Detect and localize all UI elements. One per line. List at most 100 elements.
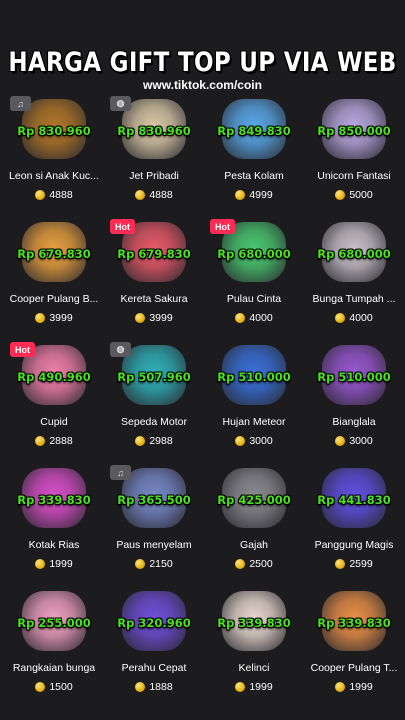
gift-coins: 2150 [104, 558, 204, 570]
gift-name: Leon si Anak Kuc... [9, 170, 99, 182]
gift-price: Rp 830.960 [17, 124, 91, 138]
gift-coins: 1999 [304, 681, 404, 693]
gift-card[interactable]: Hot Rp 490.960 Cupid 2888 [4, 340, 104, 463]
coin-icon [235, 436, 246, 446]
gift-card[interactable]: Rp 441.830 Panggung Magis 2599 [304, 463, 404, 586]
gift-price: Rp 339.830 [317, 616, 391, 630]
gift-card[interactable]: Rp 339.830 Cooper Pulang T... 1999 [304, 586, 404, 709]
gift-coins: 2888 [4, 435, 104, 447]
gift-price: Rp 339.830 [17, 493, 91, 507]
coin-icon [235, 682, 246, 692]
coin-icon [335, 682, 346, 692]
gift-coins: 4999 [204, 189, 304, 201]
gift-coins: 3000 [204, 435, 304, 447]
gift-card[interactable]: ◍ Rp 830.960 Jet Pribadi 4888 [104, 94, 204, 217]
gift-card[interactable]: Rp 425.000 Gajah 2500 [204, 463, 304, 586]
coin-icon [335, 559, 346, 569]
coin-amount: 4888 [49, 189, 73, 201]
music-icon: ♫ [10, 96, 31, 111]
gift-coins: 2988 [104, 435, 204, 447]
gift-name: Bunga Tumpah ... [312, 293, 396, 305]
gift-name: Sepeda Motor [121, 416, 187, 428]
coin-icon [135, 436, 146, 446]
gift-coins: 4888 [4, 189, 104, 201]
gift-coins: 1999 [204, 681, 304, 693]
gift-coins: 2599 [304, 558, 404, 570]
gift-card[interactable]: Hot Rp 680.000 Pulau Cinta 4000 [204, 217, 304, 340]
gift-price: Rp 510.000 [317, 370, 391, 384]
gift-card[interactable]: Rp 339.830 Kotak Rias 1999 [4, 463, 104, 586]
gift-price: Rp 510.000 [217, 370, 291, 384]
gift-coins: 3000 [304, 435, 404, 447]
gift-name: Rangkaian bunga [12, 662, 96, 674]
coin-amount: 2500 [249, 558, 273, 570]
gift-price: Rp 425.000 [217, 493, 291, 507]
gift-name: Hujan Meteor [222, 416, 286, 428]
gift-card[interactable]: Rp 339.830 Kelinci 1999 [204, 586, 304, 709]
gift-card[interactable]: ♫ Rp 365.500 Paus menyelam 2150 [104, 463, 204, 586]
coin-icon [135, 682, 146, 692]
gift-name: Pulau Cinta [226, 293, 282, 305]
gift-card[interactable]: Rp 849.830 Pesta Kolam 4999 [204, 94, 304, 217]
coin-amount: 3000 [249, 435, 273, 447]
gift-card[interactable]: Rp 320.960 Perahu Cepat 1888 [104, 586, 204, 709]
coin-icon [135, 559, 146, 569]
coin-amount: 4888 [149, 189, 173, 201]
gift-card[interactable]: ◍ Rp 507.960 Sepeda Motor 2988 [104, 340, 204, 463]
coin-amount: 1999 [249, 681, 273, 693]
coin-amount: 4999 [249, 189, 273, 201]
coin-amount: 3999 [49, 312, 73, 324]
coin-amount: 3999 [149, 312, 173, 324]
coin-icon [335, 436, 346, 446]
coin-icon [35, 436, 46, 446]
gift-coins: 3999 [104, 312, 204, 324]
gift-name: Cupid [40, 416, 68, 428]
gift-coins: 4000 [204, 312, 304, 324]
gift-coins: 4000 [304, 312, 404, 324]
gift-name: Cooper Pulang T... [310, 662, 398, 674]
gift-coins: 1888 [104, 681, 204, 693]
coin-icon [235, 313, 246, 323]
gift-coins: 1500 [4, 681, 104, 693]
coin-icon [335, 313, 346, 323]
coin-amount: 1999 [349, 681, 373, 693]
coin-icon [335, 190, 346, 200]
gift-name: Kereta Sakura [120, 293, 188, 305]
gift-coins: 2500 [204, 558, 304, 570]
gift-card[interactable]: Rp 850.000 Unicorn Fantasi 5000 [304, 94, 404, 217]
coin-amount: 1500 [49, 681, 73, 693]
gift-name: Gajah [239, 539, 269, 551]
gift-price: Rp 441.830 [317, 493, 391, 507]
gift-price: Rp 679.830 [17, 247, 91, 261]
hot-badge: Hot [110, 219, 135, 234]
gift-card[interactable]: ♫ Rp 830.960 Leon si Anak Kuc... 4888 [4, 94, 104, 217]
hot-badge: Hot [210, 219, 235, 234]
gift-card[interactable]: Rp 510.000 Bianglala 3000 [304, 340, 404, 463]
gift-price: Rp 490.960 [17, 370, 91, 384]
gift-price: Rp 339.830 [217, 616, 291, 630]
gift-card[interactable]: Hot Rp 679.830 Kereta Sakura 3999 [104, 217, 204, 340]
coin-amount: 4000 [249, 312, 273, 324]
header: HARGA GIFT TOP UP VIA WEB www.tiktok.com… [0, 0, 405, 102]
coin-icon [235, 559, 246, 569]
coin-amount: 1888 [149, 681, 173, 693]
gift-card[interactable]: Rp 510.000 Hujan Meteor 3000 [204, 340, 304, 463]
coin-amount: 3000 [349, 435, 373, 447]
gift-price: Rp 830.960 [117, 124, 191, 138]
gift-price: Rp 320.960 [117, 616, 191, 630]
gift-price: Rp 507.960 [117, 370, 191, 384]
coin-icon [135, 313, 146, 323]
gift-card[interactable]: Rp 679.830 Cooper Pulang B... 3999 [4, 217, 104, 340]
gift-name: Cooper Pulang B... [9, 293, 99, 305]
gift-price: Rp 365.500 [117, 493, 191, 507]
coin-amount: 5000 [349, 189, 373, 201]
coin-icon [35, 682, 46, 692]
music-icon: ♫ [110, 465, 131, 480]
coin-icon [235, 190, 246, 200]
gift-card[interactable]: Rp 255.000 Rangkaian bunga 1500 [4, 586, 104, 709]
page-subtitle: www.tiktok.com/coin [143, 78, 262, 92]
gift-card[interactable]: Rp 680.000 Bunga Tumpah ... 4000 [304, 217, 404, 340]
coin-icon [35, 190, 46, 200]
hot-badge: Hot [10, 342, 35, 357]
gift-price: Rp 849.830 [217, 124, 291, 138]
